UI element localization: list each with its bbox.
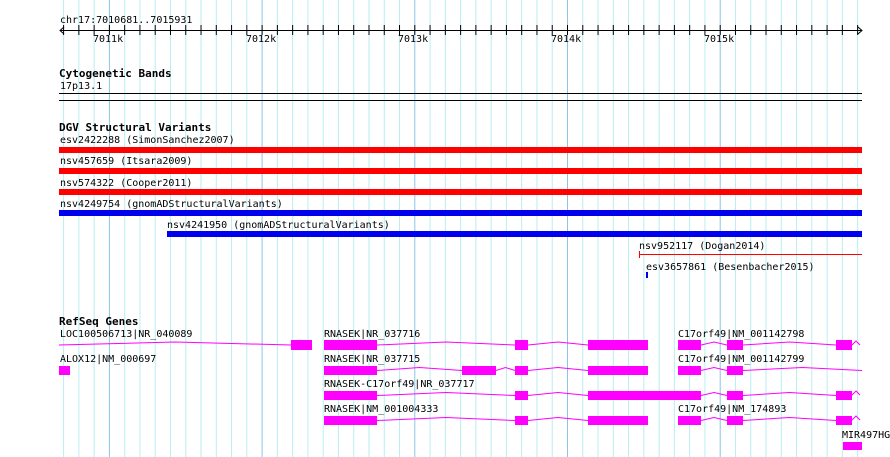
- exon-block: [324, 366, 377, 375]
- exon-block: [59, 366, 70, 375]
- track-title-refseq[interactable]: RefSeq Genes: [59, 316, 138, 327]
- exon-block: [727, 391, 743, 400]
- dgv-label[interactable]: nsv4249754 (gnomADStructuralVariants): [60, 199, 283, 210]
- tick-label: 7015k: [704, 34, 735, 45]
- gene-label[interactable]: RNASEK|NR_037716: [324, 329, 420, 340]
- gene-label[interactable]: C17orf49|NM_001142799: [678, 354, 804, 365]
- dgv-label[interactable]: esv2422288 (SimonSanchez2007): [60, 135, 235, 146]
- exon-block: [727, 340, 743, 350]
- dgv-variant-bar: [59, 210, 862, 216]
- exon-block: [515, 416, 528, 425]
- gene-label[interactable]: RNASEK|NM_001004333: [324, 404, 438, 415]
- intron-line: [376, 416, 516, 421]
- gene-label[interactable]: C17orf49|NM_174893: [678, 404, 786, 415]
- gene-label[interactable]: C17orf49|NM_001142798: [678, 329, 804, 340]
- dgv-variant-bar: [167, 231, 862, 237]
- dgv-variant-bar: [59, 168, 862, 174]
- exon-block: [678, 340, 701, 350]
- gene-label[interactable]: RNASEK-C17orf49|NR_037717: [324, 379, 475, 390]
- intron-line: [742, 391, 837, 396]
- dgv-variant-bar: [59, 189, 862, 195]
- exon-block: [678, 416, 701, 425]
- exon-block: [836, 391, 852, 400]
- intron-line: [742, 366, 863, 371]
- intron-line: [742, 341, 837, 346]
- intron-line: [376, 366, 463, 371]
- strand-arrow-icon: [851, 415, 861, 421]
- exon-block: [836, 340, 852, 350]
- dgv-label[interactable]: nsv4241950 (gnomADStructuralVariants): [167, 220, 390, 231]
- tick-label: 7014k: [551, 34, 582, 45]
- strand-arrow-icon: [851, 340, 861, 346]
- track-title-dgv[interactable]: DGV Structural Variants: [59, 122, 211, 133]
- exon-block: [515, 366, 528, 375]
- ruler-position: chr17:7010681..7015931: [60, 15, 193, 26]
- exon-block: [678, 366, 701, 375]
- strand-arrow-icon: [851, 390, 861, 396]
- exon-block: [291, 340, 312, 350]
- track-title-cytobands[interactable]: Cytogenetic Bands: [59, 68, 172, 79]
- dgv-label[interactable]: nsv952117 (Dogan2014): [639, 241, 765, 252]
- gene-label[interactable]: ALOX12|NM_000697: [60, 354, 156, 365]
- intron-line: [495, 366, 516, 371]
- intron-line: [376, 341, 516, 346]
- tick-label: 7013k: [398, 34, 429, 45]
- intron-line: [742, 416, 837, 421]
- cytoband-label: 17p13.1: [60, 81, 103, 92]
- gene-label[interactable]: RNASEK|NR_037715: [324, 354, 420, 365]
- exon-block: [515, 340, 528, 350]
- exon-block: [324, 416, 377, 425]
- exon-block: [462, 366, 496, 375]
- exon-block: [588, 416, 648, 425]
- dgv-label[interactable]: nsv457659 (Itsara2009): [60, 156, 192, 167]
- exon-block: [324, 391, 377, 400]
- exon-block: [727, 366, 743, 375]
- dgv-label[interactable]: nsv574322 (Cooper2011): [60, 178, 192, 189]
- exon-block: [324, 340, 377, 350]
- dgv-label[interactable]: esv3657861 (Besenbacher2015): [646, 262, 815, 273]
- dgv-variant-bar: [59, 147, 862, 153]
- exon-block: [836, 416, 852, 425]
- gene-label[interactable]: LOC100506713|NR_040089: [60, 329, 192, 340]
- exon-block: [588, 391, 701, 400]
- exon-block: [843, 442, 862, 450]
- gene-label[interactable]: MIR497HG: [842, 430, 890, 441]
- tick-label: 7011k: [93, 34, 124, 45]
- intron-line: [376, 391, 516, 396]
- exon-block: [588, 340, 648, 350]
- exon-block: [588, 366, 648, 375]
- tick-label: 7012k: [246, 34, 277, 45]
- exon-block: [515, 391, 528, 400]
- exon-block: [727, 416, 743, 425]
